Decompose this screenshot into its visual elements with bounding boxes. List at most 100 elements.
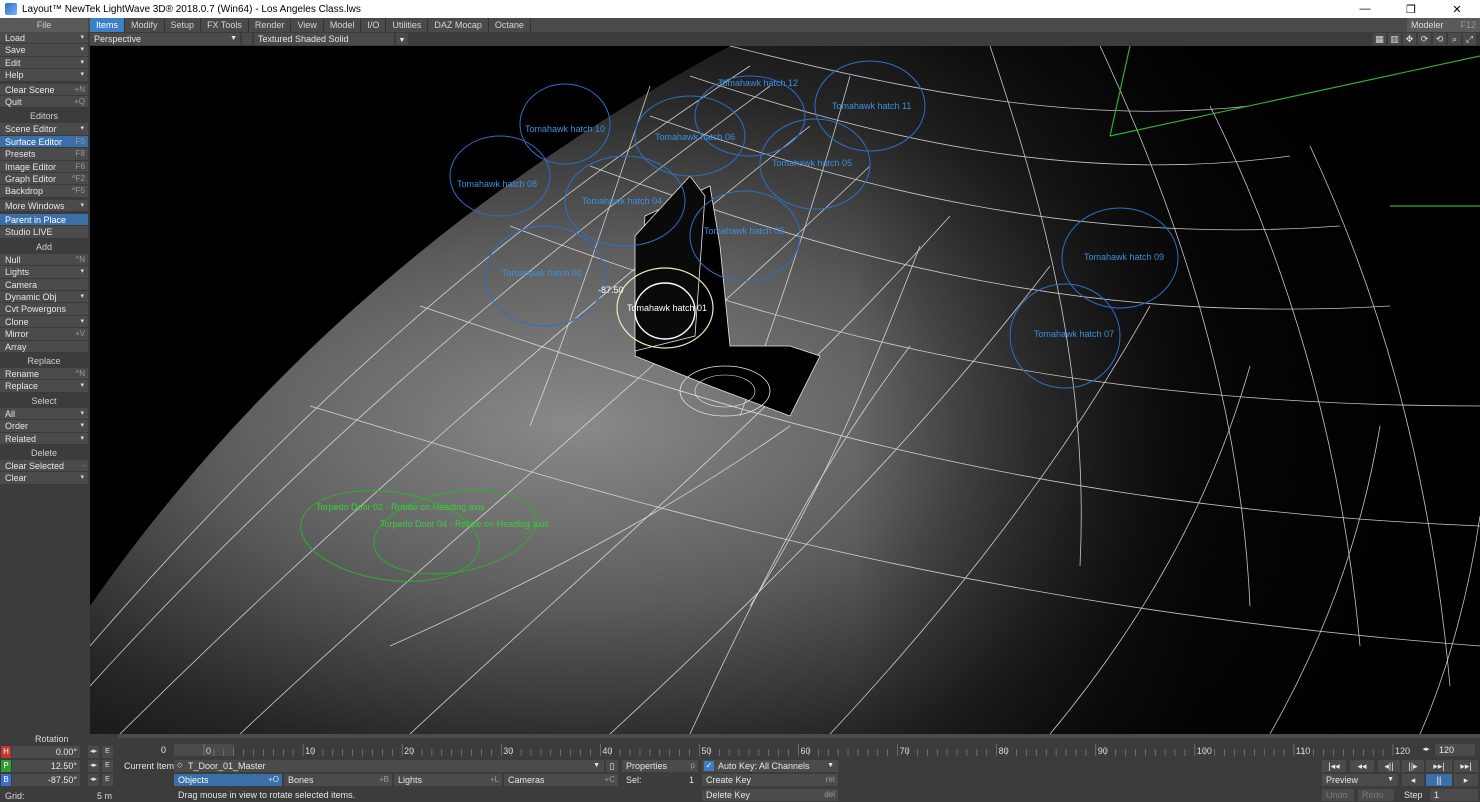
previous-frame-button[interactable]: ◂◂ (1350, 760, 1374, 772)
sidebar-item-surface-editor[interactable]: Surface Editor F5 (0, 135, 88, 149)
move-view-icon[interactable]: ✥ (1403, 33, 1416, 45)
render-mode-options-button[interactable]: ▼ (396, 33, 408, 45)
sidebar-item-backdrop[interactable]: Backdrop ^F5 (0, 185, 88, 198)
step-back-button[interactable]: ◂|| (1378, 760, 1400, 772)
hatch-label[interactable]: Tomahawk hatch 11 (832, 101, 911, 111)
tab-modify[interactable]: Modify (125, 18, 165, 32)
sidebar-item-load[interactable]: Load ▾ (0, 32, 88, 45)
sidebar-item-graph-editor[interactable]: Graph Editor ^F2 (0, 172, 88, 186)
sidebar-item-studio-live[interactable]: Studio LIVE (0, 226, 88, 239)
redo-button[interactable]: Redo (1358, 789, 1394, 801)
heading-field[interactable]: 0.00° (12, 746, 80, 758)
sidebar-item-dynamic-obj[interactable]: Dynamic Obj ▾ (0, 291, 88, 304)
go-to-start-button[interactable]: |◂◂ (1322, 760, 1346, 772)
sidebar-item-image-editor[interactable]: Image Editor F6 (0, 160, 88, 173)
bones-filter-button[interactable]: Bones +B (284, 774, 392, 786)
hatch-label[interactable]: Tomahawk hatch 06 (655, 132, 735, 142)
sidebar-item-clear-selected[interactable]: Clear Selected - (0, 459, 88, 473)
sidebar-item-lights[interactable]: Lights ▾ (0, 266, 88, 279)
view-mode-dropdown[interactable]: Perspective ▼ (90, 33, 240, 45)
hatch-label[interactable]: Tomahawk hatch 10 (525, 124, 605, 134)
sidebar-item-edit[interactable]: Edit ▾ (0, 56, 88, 70)
sidebar-item-scene-editor[interactable]: Scene Editor ▾ (0, 123, 88, 136)
pitch-field[interactable]: 12.50° (12, 760, 80, 772)
sidebar-item-quit[interactable]: Quit +Q (0, 95, 88, 109)
timeline-start-field[interactable]: 0 (130, 744, 170, 756)
step-forward-button[interactable]: ||▸ (1402, 760, 1424, 772)
orbit-view-icon[interactable]: ⟲ (1433, 33, 1446, 45)
sidebar-item-clone[interactable]: Clone ▾ (0, 315, 88, 329)
objects-filter-button[interactable]: Objects +O (174, 774, 282, 786)
heading-key-arrow-icon[interactable]: ◂▸ (88, 746, 99, 758)
sidebar-item-null[interactable]: Null ^N (0, 253, 88, 267)
create-key-button[interactable]: Create Key ret (702, 774, 838, 786)
undo-button[interactable]: Undo (1322, 789, 1354, 801)
sidebar-item-related[interactable]: Related ▾ (0, 432, 88, 445)
tab-view[interactable]: View (291, 18, 324, 32)
hatch-label[interactable]: Tomahawk hatch 05 (772, 158, 852, 168)
minimize-button[interactable]: — (1342, 0, 1388, 18)
tab-model[interactable]: Model (323, 18, 362, 32)
layout-split-icon[interactable]: ▥ (1388, 33, 1401, 45)
sidebar-item-replace[interactable]: Replace ▾ (0, 380, 88, 393)
grid-value[interactable]: 5 m (97, 790, 112, 802)
torpedo-door-label[interactable]: Torpedo Door 02 - Rotate on Heading axis (316, 502, 485, 512)
step-field[interactable]: 1 (1430, 789, 1478, 801)
heading-e-button[interactable]: E (102, 746, 113, 758)
tab-fx-tools[interactable]: FX Tools (201, 18, 249, 32)
hatch-label[interactable]: Tomahawk hatch 12 (718, 78, 798, 88)
tab-render[interactable]: Render (248, 18, 292, 32)
maximize-view-icon[interactable]: ⤢ (1463, 33, 1476, 45)
timeline[interactable]: 0102030405060708090100110120 ◂▸ E 0 120 … (90, 734, 1480, 758)
tab-octane[interactable]: Octane (488, 18, 531, 32)
auto-key-checkbox[interactable]: ✓ (704, 761, 714, 771)
modeler-button[interactable]: Modeler F12 (1407, 18, 1480, 32)
layout-grid-icon[interactable]: ▦ (1373, 33, 1386, 45)
selected-hatch-label[interactable]: Tomahawk hatch 01 (627, 303, 707, 313)
tab-i-o[interactable]: I/O (361, 18, 387, 32)
tab-items[interactable]: Items (90, 18, 126, 32)
bank-field[interactable]: -87.50° (12, 774, 80, 786)
delete-key-button[interactable]: Delete Key del (702, 789, 838, 801)
properties-button[interactable]: Properties p (622, 760, 698, 772)
restore-button[interactable]: ❐ (1388, 0, 1434, 18)
lights-filter-button[interactable]: Lights +L (394, 774, 502, 786)
sidebar-item-cvt-powergons[interactable]: Cvt Powergons (0, 303, 88, 316)
preview-dropdown[interactable]: Preview ▼ (1322, 774, 1398, 786)
sidebar-item-rename[interactable]: Rename ^N (0, 367, 88, 381)
hatch-label[interactable]: Tomahawk hatch 08 (457, 179, 537, 189)
bank-e-button[interactable]: E (102, 774, 113, 786)
pitch-key-arrow-icon[interactable]: ◂▸ (88, 760, 99, 772)
sidebar-item-all[interactable]: All ▾ (0, 407, 88, 421)
close-button[interactable]: ✕ (1434, 0, 1480, 18)
next-key-arrow[interactable]: ◂▸ (1420, 744, 1432, 756)
torpedo-door-label[interactable]: Torpedo Door 04 - Rotate on Heading axis (380, 519, 549, 529)
sidebar-item-camera[interactable]: Camera (0, 278, 88, 292)
play-button[interactable]: ▸ (1454, 774, 1478, 786)
rotate-view-icon[interactable]: ⟳ (1418, 33, 1431, 45)
play-reverse-button[interactable]: ◂ (1402, 774, 1424, 786)
sidebar-item-more-windows[interactable]: More Windows ▾ (0, 199, 88, 213)
sidebar-item-presets[interactable]: Presets F8 (0, 148, 88, 161)
hatch-label[interactable]: Tomahawk hatch 03 (704, 226, 784, 236)
hatch-label[interactable]: Tomahawk hatch 07 (1034, 329, 1114, 339)
timeline-end-field[interactable]: 120 (1435, 744, 1475, 756)
sidebar-item-clear-scene[interactable]: Clear Scene +N (0, 83, 88, 96)
tab-daz-mocap[interactable]: DAZ Mocap (428, 18, 489, 32)
sidebar-item-mirror[interactable]: Mirror +V (0, 328, 88, 341)
3d-viewport[interactable]: Tomahawk hatch 12 Tomahawk hatch 11 Tomaha… (90, 46, 1480, 734)
item-picker-button[interactable]: ▯ (606, 760, 618, 772)
tab-setup[interactable]: Setup (164, 18, 202, 32)
sidebar-item-array[interactable]: Array (0, 340, 88, 353)
next-frame-button[interactable]: ▸▸| (1426, 760, 1452, 772)
go-to-end-button[interactable]: ▸▸| (1454, 760, 1478, 772)
bank-key-arrow-icon[interactable]: ◂▸ (88, 774, 99, 786)
sidebar-item-save[interactable]: Save ▾ (0, 44, 88, 57)
hatch-label[interactable]: Tomahawk hatch 09 (1084, 252, 1164, 262)
sidebar-item-clear[interactable]: Clear ▾ (0, 472, 88, 485)
cameras-filter-button[interactable]: Cameras +C (504, 774, 618, 786)
tab-utilities[interactable]: Utilities (386, 18, 429, 32)
sidebar-item-help[interactable]: Help ▾ (0, 69, 88, 82)
render-mode-dropdown[interactable]: Textured Shaded Solid Wireframe (254, 33, 394, 56)
current-item-dropdown[interactable]: ◇ T_Door_01_Master ▼ (174, 760, 604, 772)
